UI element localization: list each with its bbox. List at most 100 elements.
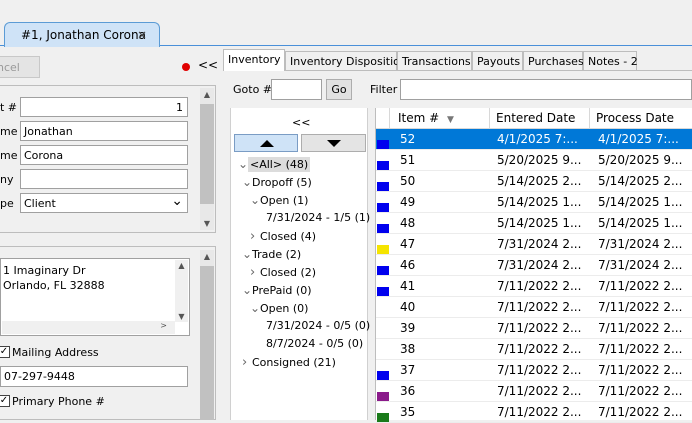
scroll-up-icon[interactable]: ▲ — [175, 261, 188, 270]
tab-purchases[interactable]: Purchases — [523, 51, 584, 70]
chevron-down-icon[interactable]: ⌄ — [238, 157, 248, 171]
field-value: Corona — [24, 149, 64, 162]
address-hscrollbar[interactable]: > — [2, 321, 175, 334]
tree-node[interactable]: ⌄Trade (2) — [242, 247, 301, 261]
tree-node[interactable]: ⌄ <All> (48) — [238, 157, 311, 172]
address-textarea[interactable]: 1 Imaginary Dr Orlando, FL 32888 ▲ ▼ > — [0, 258, 190, 336]
cell-entered: 5/14/2025 2... — [497, 174, 582, 188]
cell-process: 4/1/2025 7:... — [598, 132, 679, 146]
tree-node[interactable]: › Closed (4) — [250, 229, 316, 244]
tree-node[interactable]: 8/7/2024 - 0/5 (0) — [258, 337, 363, 350]
scroll-down-icon[interactable]: ▼ — [200, 219, 214, 228]
primary-phone-label: Primary Phone # — [12, 395, 105, 408]
chevron-right-icon[interactable]: › — [250, 265, 260, 280]
cell-process: 5/14/2025 2... — [598, 174, 683, 188]
status-color-swatch — [377, 371, 389, 380]
cancel-button[interactable]: ncel — [0, 56, 40, 78]
client-info-scrollbar[interactable]: ▲ ▼ — [200, 88, 214, 230]
address-line-2: Orlando, FL 32888 — [3, 279, 105, 292]
text-field[interactable] — [20, 169, 188, 189]
chevron-down-icon[interactable]: ⌄ — [171, 193, 183, 209]
table-row[interactable]: 38 7/11/2022 2... 7/11/2022 2... — [376, 339, 692, 360]
tree-node[interactable]: ⌄Dropoff (5) — [242, 175, 312, 189]
scrollbar-thumb[interactable] — [200, 266, 214, 420]
tree-node[interactable]: › Consigned (21) — [242, 355, 336, 370]
move-down-button[interactable] — [301, 134, 366, 152]
tree-node[interactable]: 7/31/2024 - 0/5 (0) — [258, 319, 370, 332]
chevron-down-icon[interactable]: ⌄ — [242, 247, 252, 261]
cell-entered: 5/20/2025 9... — [497, 153, 582, 167]
cell-entered: 7/11/2022 2... — [497, 321, 582, 335]
table-row[interactable]: 39 7/11/2022 2... 7/11/2022 2... — [376, 318, 692, 339]
mailing-address-checkbox[interactable]: ✓ — [0, 346, 10, 358]
tab-notes-2[interactable]: Notes - 2 — [583, 51, 638, 70]
type-select[interactable]: Client ⌄ — [20, 193, 188, 213]
column-header-entered-date[interactable]: Entered Date — [490, 108, 590, 129]
document-tab[interactable]: #1, Jonathan Corona × — [4, 22, 160, 47]
tab-transactions[interactable]: Transactions — [397, 51, 472, 70]
scroll-down-icon[interactable]: ▼ — [175, 312, 188, 321]
cell-entered: 7/11/2022 2... — [497, 405, 582, 419]
arrow-down-icon — [327, 140, 341, 147]
tree-node[interactable]: ⌄Open (0) — [250, 301, 308, 315]
goto-input[interactable] — [271, 79, 322, 100]
cell-item: 52 — [400, 132, 416, 146]
address-line-1: 1 Imaginary Dr — [3, 264, 86, 277]
table-row[interactable]: 47 7/31/2024 2... 7/31/2024 2... — [376, 234, 692, 255]
text-field[interactable]: Jonathan — [20, 121, 188, 141]
tab-payouts[interactable]: Payouts — [472, 51, 523, 70]
chevron-right-icon[interactable]: › — [250, 229, 260, 244]
go-button[interactable]: Go — [326, 79, 352, 100]
table-row[interactable]: 52 4/1/2025 7:... 4/1/2025 7:... — [376, 129, 692, 150]
address-group-scrollbar[interactable]: ▲ — [200, 250, 214, 420]
move-up-button[interactable] — [234, 134, 298, 152]
scroll-right-icon[interactable]: > — [160, 321, 167, 330]
row-indicator-header — [376, 108, 390, 129]
chevron-down-icon[interactable]: ⌄ — [250, 193, 260, 207]
phone-field[interactable]: 07-297-9448 — [0, 366, 188, 387]
table-row[interactable]: 50 5/14/2025 2... 5/14/2025 2... — [376, 171, 692, 192]
scroll-up-icon[interactable]: ▲ — [200, 90, 214, 99]
table-row[interactable]: 46 7/31/2024 2... 7/31/2024 2... — [376, 255, 692, 276]
tree-node[interactable]: › Closed (2) — [250, 265, 316, 280]
cell-process: 7/11/2022 2... — [598, 300, 683, 314]
filter-label: Filter — [370, 83, 398, 96]
account-number-field[interactable]: 1 — [20, 97, 188, 117]
tab-inventory[interactable]: Inventory — [223, 49, 285, 71]
address-scrollbar[interactable]: ▲ ▼ — [175, 260, 188, 322]
text-field[interactable]: Corona — [20, 145, 188, 165]
tree-node-label: Closed (2) — [260, 266, 317, 279]
column-header-item[interactable]: Item # ▼ — [390, 108, 490, 129]
collapse-left-panel-button[interactable]: << — [198, 58, 218, 72]
cell-entered: 5/14/2025 1... — [497, 195, 582, 209]
column-header-process-date[interactable]: Process Date — [590, 108, 692, 129]
table-row[interactable]: 41 7/11/2022 2... 7/11/2022 2... — [376, 276, 692, 297]
collapse-tree-button[interactable]: << — [292, 116, 310, 129]
tree-node-label: <All> (48) — [248, 157, 311, 172]
cell-item: 41 — [400, 279, 416, 293]
tab-inventory-disposition[interactable]: Inventory Disposition — [285, 51, 407, 70]
table-row[interactable]: 36 7/11/2022 2... 7/11/2022 2... — [376, 381, 692, 402]
scroll-up-icon[interactable]: ▲ — [200, 252, 214, 261]
chevron-right-icon[interactable]: › — [242, 355, 252, 370]
tree-node-label: PrePaid (0) — [252, 284, 312, 297]
table-row[interactable]: 40 7/11/2022 2... 7/11/2022 2... — [376, 297, 692, 318]
chevron-down-icon[interactable]: ⌄ — [250, 301, 260, 315]
tree-node[interactable]: ⌄Open (1) — [250, 193, 308, 207]
chevron-down-icon[interactable]: ⌄ — [242, 283, 252, 297]
primary-phone-checkbox[interactable]: ✓ — [0, 395, 10, 407]
table-row[interactable]: 51 5/20/2025 9... 5/20/2025 9... — [376, 150, 692, 171]
cell-process: 5/14/2025 1... — [598, 216, 683, 230]
close-icon[interactable]: × — [137, 28, 147, 42]
chevron-down-icon[interactable]: ⌄ — [242, 175, 252, 189]
tree-node[interactable]: 7/31/2024 - 1/5 (1) — [258, 211, 370, 224]
sort-descending-icon: ▼ — [447, 115, 454, 125]
tree-node[interactable]: ⌄PrePaid (0) — [242, 283, 312, 297]
table-row[interactable]: 48 5/14/2025 1... 5/14/2025 1... — [376, 213, 692, 234]
scrollbar-thumb[interactable] — [200, 104, 214, 204]
cell-process: 5/20/2025 9... — [598, 153, 683, 167]
table-row[interactable]: 37 7/11/2022 2... 7/11/2022 2... — [376, 360, 692, 381]
table-row[interactable]: 49 5/14/2025 1... 5/14/2025 1... — [376, 192, 692, 213]
cell-item: 46 — [400, 258, 416, 272]
filter-input[interactable] — [400, 79, 692, 100]
